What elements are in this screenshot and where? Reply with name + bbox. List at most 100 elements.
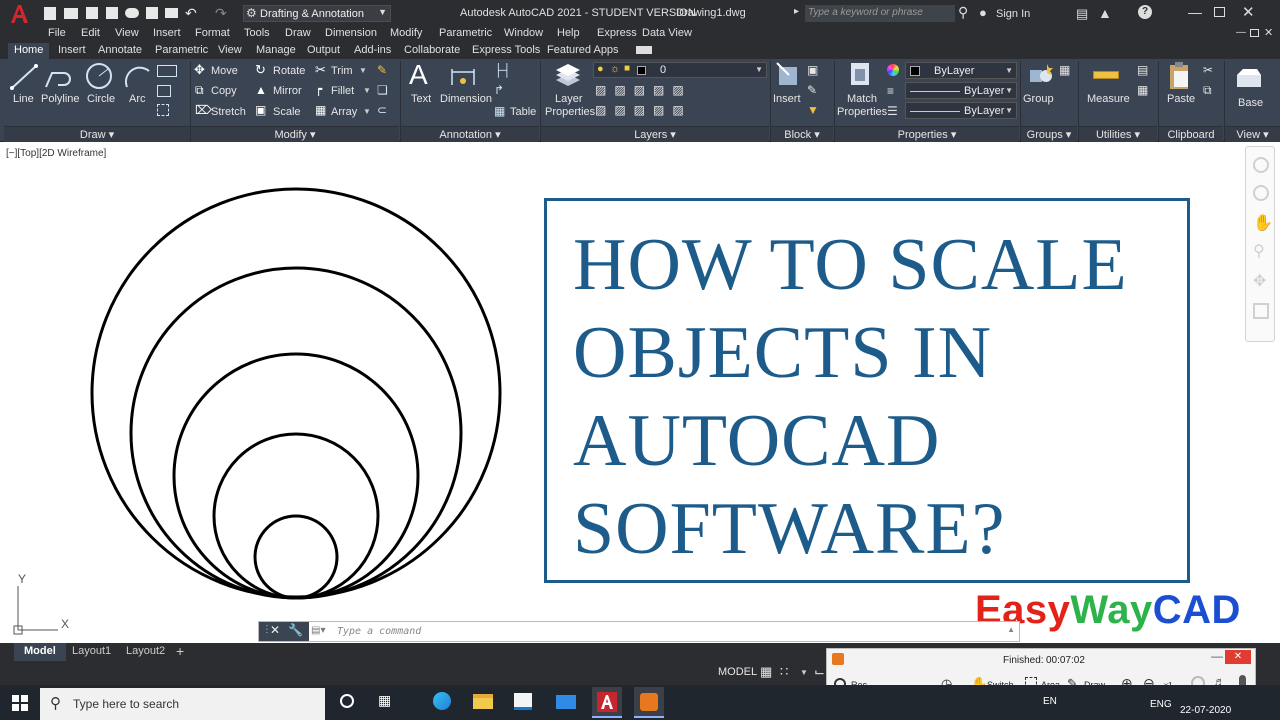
menu-modify[interactable]: Modify [390,27,422,39]
group-icon[interactable] [1027,62,1055,90]
line-icon[interactable] [10,63,38,91]
clock-date[interactable]: 22-07-2020 [1180,705,1231,716]
clipboard-panel-title[interactable]: Clipboard [1159,126,1223,142]
menu-window[interactable]: Window [504,27,543,39]
array-icon[interactable]: ▦ [315,103,326,117]
menu-view[interactable]: View [115,27,139,39]
concentric-circles-drawing[interactable] [80,180,520,610]
doc-restore-button[interactable] [1250,29,1259,37]
move-icon[interactable]: ✥ [194,62,205,78]
steering-wheel-icon[interactable] [1253,157,1269,173]
view-panel-title[interactable]: View ▾ [1225,126,1280,142]
array-label[interactable]: Array [331,106,357,118]
rectangle-icon[interactable] [157,65,177,77]
autodesk-app-icon[interactable]: ▲ [1098,5,1112,21]
tab-insert[interactable]: Insert [52,43,92,59]
text-icon[interactable]: A [409,59,428,91]
linetype-dropdown[interactable]: ByLayer ▼ [905,82,1017,99]
layer-tools-row1-icons[interactable]: ▨▨▨▨▨ [595,83,692,97]
polyline-label[interactable]: Polyline [41,93,80,105]
recorder-taskbar-icon[interactable] [634,687,664,718]
redo-icon[interactable]: ↷ [215,5,227,22]
properties-panel-title[interactable]: Properties ▾ [835,126,1019,142]
create-block-icon[interactable]: ▣ [807,63,818,77]
showmotion-icon[interactable] [1253,303,1269,319]
color-wheel-icon[interactable] [887,64,899,76]
undo-icon[interactable]: ↶ [185,5,197,22]
windows-start-icon[interactable] [12,695,28,711]
cloud-icon[interactable] [125,8,139,18]
groups-panel-title[interactable]: Groups ▾ [1021,126,1077,142]
command-line[interactable]: ⋮ ✕ 🔧 ▤▾ Type a command ▲ [258,621,1020,642]
menu-edit[interactable]: Edit [81,27,100,39]
hatch-icon[interactable] [157,85,171,97]
block-panel-title[interactable]: Block ▾ [771,126,833,142]
minimize-button[interactable]: — [1188,4,1202,20]
table-icon[interactable]: ▦ [494,104,505,118]
zoom-extents-icon[interactable]: ⚲ [1253,241,1265,261]
edge-icon[interactable] [433,692,451,710]
autocad-logo-icon[interactable] [8,3,30,25]
rotate-icon[interactable]: ↻ [255,62,266,78]
mirror-icon[interactable]: ▲ [255,83,267,97]
tab-collaborate[interactable]: Collaborate [398,43,466,59]
copy-label[interactable]: Copy [211,85,237,97]
match-properties-label-1[interactable]: Match [847,93,877,105]
model-space-button[interactable]: MODEL [718,666,757,678]
plot-icon[interactable] [146,7,158,19]
save-icon[interactable] [86,7,98,19]
base-view-icon[interactable] [1235,65,1263,91]
tab-manage[interactable]: Manage [250,43,302,59]
dimension-label[interactable]: Dimension [440,93,492,105]
measure-label[interactable]: Measure [1087,93,1130,105]
taskbar-search-box[interactable]: ⚲ Type here to search [40,688,325,720]
command-history-icon[interactable]: ▤▾ [311,625,325,636]
command-grip[interactable]: ⋮ ✕ 🔧 [259,622,309,641]
new-file-icon[interactable] [44,7,56,20]
autocad-taskbar-icon[interactable] [592,687,622,718]
dimension-icon[interactable] [449,63,477,89]
command-input[interactable]: Type a command [337,626,421,637]
doc-close-button[interactable]: ✕ [1264,26,1273,39]
file-explorer-icon[interactable] [473,694,493,709]
user-icon[interactable]: ● [979,5,987,20]
layer-properties-icon[interactable] [553,62,583,90]
open-folder-icon[interactable] [64,8,78,19]
text-label[interactable]: Text [411,93,431,105]
share-icon[interactable] [165,8,178,18]
language-indicator-2[interactable]: ENG [1150,699,1172,710]
tab-home[interactable]: Home [8,43,50,59]
tab-featured-apps[interactable]: Featured Apps [541,43,625,59]
cut-icon[interactable]: ✂ [1203,63,1213,77]
move-label[interactable]: Move [211,65,238,77]
offset-icon[interactable]: ⊂ [377,103,387,117]
cart-icon[interactable]: ▤ [1076,6,1088,22]
timeline-icon[interactable]: ▦ [378,692,391,709]
polyline-icon[interactable] [44,63,74,91]
table-label[interactable]: Table [510,106,536,118]
circle-icon[interactable] [84,61,114,91]
menu-tools[interactable]: Tools [244,27,270,39]
search-chevron-icon[interactable]: ▸ [794,6,799,17]
language-indicator-1[interactable]: EN [1043,696,1057,707]
ribbon-toggle-icon[interactable] [636,46,652,54]
scale-icon[interactable]: ▣ [255,103,266,117]
measure-icon[interactable] [1093,71,1119,79]
menu-dimension[interactable]: Dimension [325,27,377,39]
ortho-icon[interactable]: ⌙ [814,664,825,680]
customize-wrench-icon[interactable]: 🔧 [288,623,303,637]
insert-block-icon[interactable] [775,61,803,89]
tab-express-tools[interactable]: Express Tools [466,43,546,59]
calculator-icon[interactable]: ▦ [1137,83,1148,97]
keyword-search-input[interactable]: Type a keyword or phrase [805,5,955,22]
recorder-minimize-button[interactable]: — [1211,649,1223,663]
scale-label[interactable]: Scale [273,106,301,118]
lineweight-icon[interactable]: ☰ [887,104,898,118]
explode-icon[interactable]: ❏ [377,83,388,97]
menu-file[interactable]: File [48,27,66,39]
rotate-label[interactable]: Rotate [273,65,305,77]
modify-panel-title[interactable]: Modify ▾ [191,126,399,142]
layers-panel-title[interactable]: Layers ▾ [541,126,769,142]
tab-add-ins[interactable]: Add-ins [348,43,397,59]
match-properties-label-2[interactable]: Properties [837,106,887,118]
